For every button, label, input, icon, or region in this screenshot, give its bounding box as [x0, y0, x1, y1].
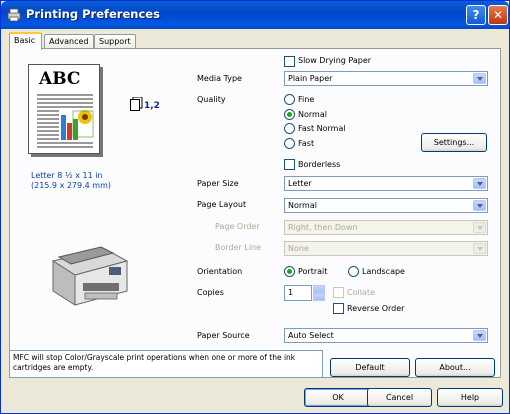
tab-advanced-label: Advanced — [49, 37, 89, 46]
paper-size-caption-2: (215.9 x 279.4 mm) — [31, 181, 111, 190]
printer-image — [51, 246, 129, 306]
tab-basic[interactable]: Basic — [9, 32, 42, 50]
default-button[interactable]: Default — [330, 358, 410, 377]
title-bar[interactable]: Printing Preferences ? ✕ — [1, 1, 509, 29]
about-button[interactable]: About... — [415, 358, 495, 377]
chevron-down-icon — [473, 200, 486, 211]
chevron-down-icon — [473, 73, 486, 84]
printing-preferences-window: Printing Preferences ? ✕ Basic Advanced … — [0, 0, 510, 414]
ok-button-label: OK — [332, 393, 344, 402]
close-button[interactable]: ✕ — [488, 5, 508, 25]
paper-source-select[interactable]: Auto Select — [284, 328, 488, 343]
orientation-label: Orientation — [197, 267, 243, 276]
orientation-landscape-label: Landscape — [362, 267, 405, 276]
status-message-text: MFC will stop Color/Grayscale print oper… — [13, 353, 296, 372]
orientation-portrait-radio[interactable] — [284, 266, 295, 277]
cancel-button[interactable]: Cancel — [367, 388, 432, 407]
reverse-order-checkbox[interactable] — [333, 303, 344, 314]
page-layout-label: Page Layout — [197, 200, 247, 209]
separator — [187, 319, 493, 320]
copies-input[interactable]: 1 — [284, 285, 312, 301]
quality-fast-normal-label: Fast Normal — [298, 124, 346, 133]
window-title: Printing Preferences — [26, 7, 160, 21]
quality-normal-label: Normal — [298, 110, 327, 119]
orientation-portrait-label: Portrait — [298, 267, 328, 276]
media-type-label: Media Type — [197, 74, 242, 83]
about-button-label: About... — [439, 363, 471, 372]
border-line-value: None — [288, 244, 309, 253]
quality-fast-normal-radio[interactable] — [284, 123, 295, 134]
media-type-select[interactable]: Plain Paper — [284, 71, 488, 86]
status-message: MFC will stop Color/Grayscale print oper… — [9, 350, 323, 378]
cancel-button-label: Cancel — [385, 393, 414, 402]
borderless-checkbox[interactable] — [284, 159, 295, 170]
page-order-value: Right, then Down — [288, 223, 358, 232]
reverse-order-label: Reverse Order — [347, 304, 405, 313]
media-type-value: Plain Paper — [288, 74, 333, 83]
preview-document-graphic — [37, 94, 94, 148]
page-layout-value: Normal — [288, 201, 317, 210]
border-line-label: Border Line — [215, 243, 262, 252]
copies-spinner[interactable] — [313, 285, 325, 301]
paper-source-value: Auto Select — [288, 331, 334, 340]
paper-size-label: Paper Size — [197, 179, 239, 188]
page-order-label: Page Order — [215, 222, 260, 231]
paper-size-value: Letter — [288, 179, 312, 188]
collate-label: Collate — [347, 288, 375, 297]
chevron-down-icon — [473, 330, 486, 341]
ok-button[interactable]: OK — [304, 388, 372, 407]
default-button-label: Default — [355, 363, 385, 372]
paper-size-select[interactable]: Letter — [284, 176, 488, 191]
copies-value: 1 — [288, 288, 294, 297]
page-layout-select[interactable]: Normal — [284, 198, 488, 213]
quality-fast-label: Fast — [298, 139, 315, 148]
quality-label: Quality — [197, 95, 226, 104]
spin-up-icon[interactable] — [313, 285, 325, 293]
tab-advanced[interactable]: Advanced — [44, 34, 94, 49]
paper-size-caption-1: Letter 8 ½ x 11 in — [31, 171, 103, 180]
borderless-label: Borderless — [298, 160, 341, 169]
settings-button[interactable]: Settings... — [421, 133, 487, 152]
quality-normal-radio[interactable] — [284, 109, 295, 120]
copies-pages-icon — [130, 97, 143, 111]
tab-support[interactable]: Support — [94, 34, 136, 49]
collate-checkbox — [333, 287, 344, 298]
quality-fast-radio[interactable] — [284, 138, 295, 149]
help-button-label: Help — [460, 393, 480, 402]
slow-drying-checkbox[interactable] — [284, 56, 295, 67]
quality-fine-label: Fine — [298, 95, 315, 104]
slow-drying-label: Slow Drying Paper — [298, 56, 372, 65]
orientation-landscape-radio[interactable] — [348, 266, 359, 277]
spin-down-icon[interactable] — [313, 293, 325, 301]
copies-label: Copies — [197, 288, 224, 297]
separator — [187, 153, 493, 154]
page-order-select: Right, then Down — [284, 220, 488, 235]
chevron-down-icon — [473, 243, 486, 254]
settings-button-label: Settings... — [433, 138, 475, 147]
quality-fine-radio[interactable] — [284, 94, 295, 105]
chevron-down-icon — [473, 178, 486, 189]
printer-icon — [7, 8, 21, 22]
help-title-button[interactable]: ? — [466, 5, 486, 25]
tab-basic-label: Basic — [14, 36, 36, 45]
tab-support-label: Support — [99, 37, 131, 46]
border-line-select: None — [284, 241, 488, 256]
help-button[interactable]: Help — [437, 388, 503, 407]
page-preview: ABC — [28, 64, 100, 154]
paper-source-label: Paper Source — [197, 331, 250, 340]
copies-indicator: 1,2 — [144, 101, 160, 111]
chevron-down-icon — [473, 222, 486, 233]
